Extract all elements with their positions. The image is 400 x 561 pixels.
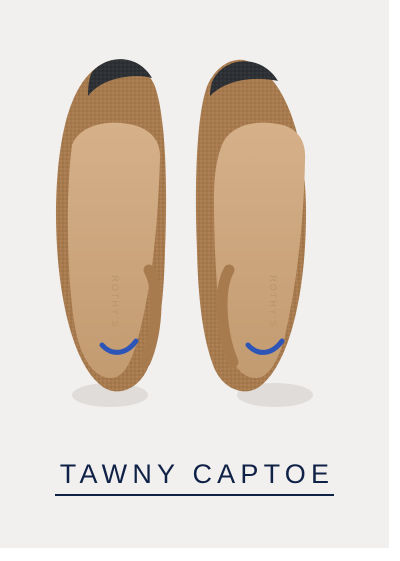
right-shoe: ROTHY'S xyxy=(195,59,307,392)
left-shoe: ROTHY'S xyxy=(55,59,167,392)
svg-text:ROTHY'S: ROTHY'S xyxy=(268,275,278,328)
product-card[interactable]: ROTHY'S ROTHY'S TAWNY CAPTOE xyxy=(0,0,389,548)
product-image[interactable]: ROTHY'S ROTHY'S xyxy=(0,0,389,430)
svg-text:ROTHY'S: ROTHY'S xyxy=(110,275,120,328)
shoe-pair-image: ROTHY'S ROTHY'S xyxy=(55,59,313,407)
product-name: TAWNY CAPTOE xyxy=(54,459,335,496)
product-name-link[interactable]: TAWNY CAPTOE xyxy=(0,459,389,496)
